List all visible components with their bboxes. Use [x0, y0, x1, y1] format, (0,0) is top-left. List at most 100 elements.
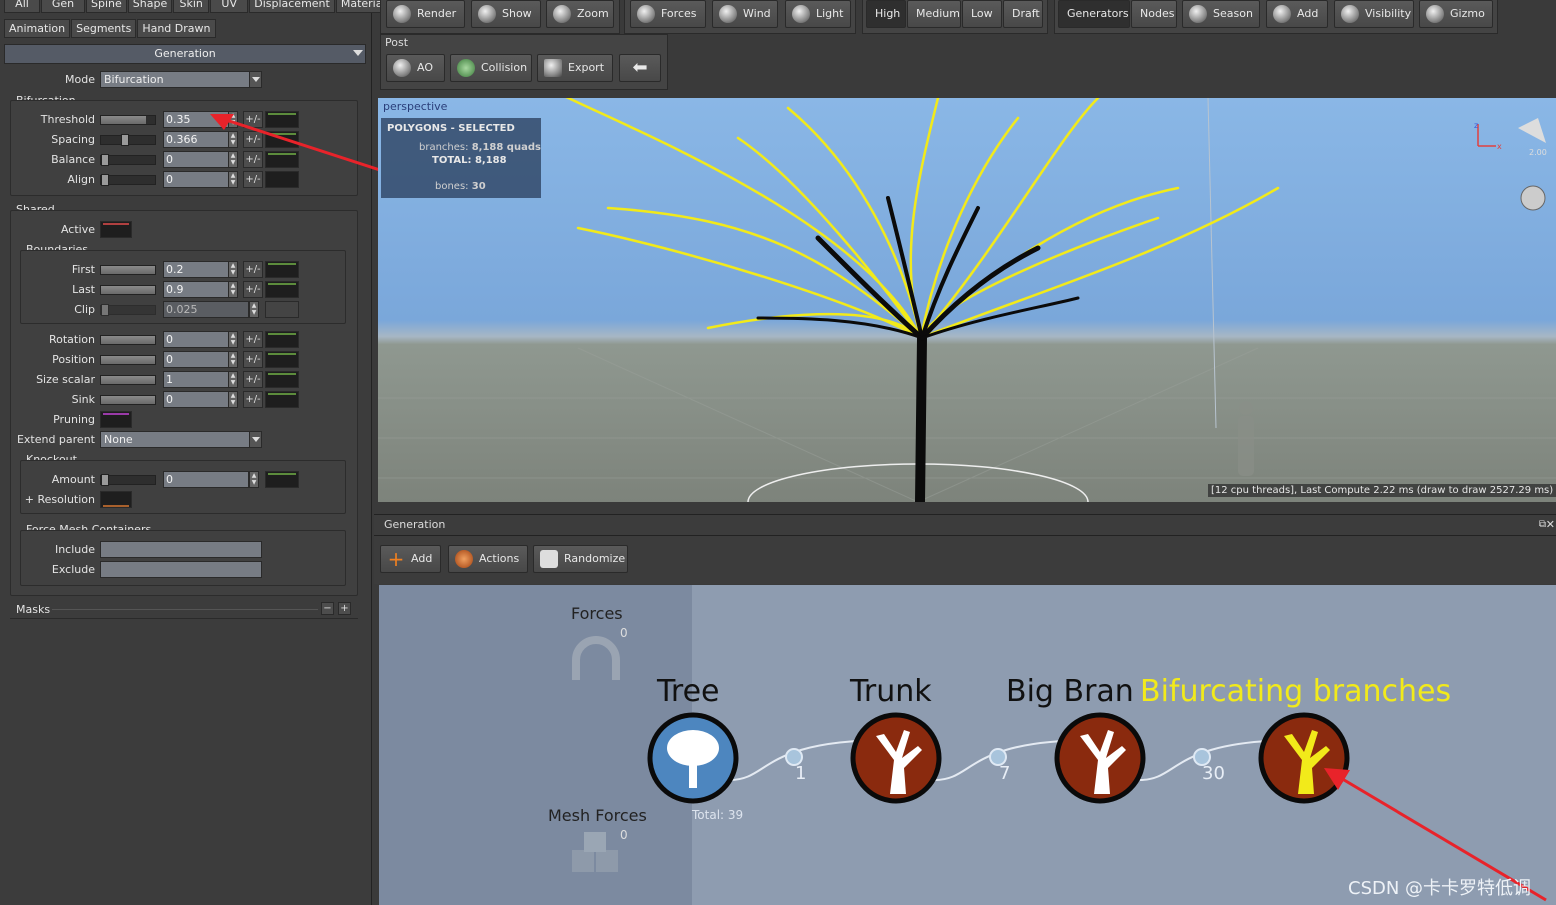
masks-add-button[interactable]: + — [338, 602, 351, 615]
quality-low-button[interactable]: Low — [962, 0, 1002, 28]
clip-input[interactable]: 0.025 — [163, 301, 249, 318]
first-plusminus-button[interactable]: +/- — [243, 261, 263, 278]
chevron-down-icon[interactable] — [249, 72, 261, 87]
wind-button[interactable]: Wind — [712, 0, 778, 28]
node-trunk[interactable] — [850, 712, 942, 804]
position-input[interactable]: 0 — [163, 351, 229, 368]
rotation-spinner[interactable]: ▲ ▼ — [228, 331, 238, 348]
amount-spinner[interactable]: ▲ ▼ — [249, 471, 259, 488]
3d-viewport[interactable]: perspective 2.00 z x [12 cpu threads], L… — [378, 98, 1556, 502]
tab-uv[interactable]: UV — [210, 0, 249, 13]
mode-select[interactable]: Bifurcation — [100, 71, 262, 88]
randomize-button[interactable]: Randomize — [533, 545, 628, 573]
tab-gen[interactable]: Gen — [41, 0, 85, 13]
amount-curve-swatch[interactable] — [265, 471, 299, 488]
size-scalar-input[interactable]: 1 — [163, 371, 229, 388]
balance-slider-knob[interactable] — [101, 154, 109, 166]
active-curve-swatch[interactable] — [100, 221, 132, 238]
actions-button[interactable]: Actions — [448, 545, 528, 573]
rotation-input[interactable]: 0 — [163, 331, 229, 348]
first-slider[interactable] — [100, 265, 156, 275]
show-button[interactable]: Show — [471, 0, 541, 28]
clip-slider[interactable] — [100, 304, 156, 316]
sink-input[interactable]: 0 — [163, 391, 229, 408]
generators-button[interactable]: Generators — [1058, 0, 1130, 28]
add-mode-button[interactable]: Add — [1266, 0, 1328, 28]
node-tree[interactable] — [647, 712, 739, 804]
quality-draft-button[interactable]: Draft — [1003, 0, 1043, 28]
zoom-button[interactable]: Zoom — [546, 0, 614, 28]
clip-slider-knob[interactable] — [101, 304, 109, 316]
pruning-curve-swatch[interactable] — [100, 411, 132, 428]
rotation-plusminus-button[interactable]: +/- — [243, 331, 263, 348]
tab-all[interactable]: All — [4, 0, 40, 13]
size-scalar-plusminus-button[interactable]: +/- — [243, 371, 263, 388]
first-spinner[interactable]: ▲ ▼ — [228, 261, 238, 278]
position-slider[interactable] — [100, 355, 156, 365]
tab-skin[interactable]: Skin — [173, 0, 210, 13]
tab-displacement[interactable]: Displacement — [249, 0, 335, 13]
threshold-slider[interactable] — [100, 115, 156, 125]
clip-spinner[interactable]: ▲ ▼ — [249, 301, 259, 318]
last-spinner[interactable]: ▲ ▼ — [228, 281, 238, 298]
rotation-slider[interactable] — [100, 335, 156, 345]
tab-hand-drawn[interactable]: Hand Drawn — [137, 19, 216, 38]
position-spinner[interactable]: ▲ ▼ — [228, 351, 238, 368]
quality-high-button[interactable]: High — [866, 0, 906, 28]
chevron-down-icon[interactable] — [353, 50, 363, 56]
amount-input[interactable]: 0 — [163, 471, 249, 488]
resolution-curve-swatch[interactable] — [100, 491, 132, 508]
size-scalar-curve-swatch[interactable] — [265, 371, 299, 388]
ao-button[interactable]: AO — [386, 54, 445, 82]
add-node-button[interactable]: + Add — [380, 545, 441, 573]
sink-spinner[interactable]: ▲ ▼ — [228, 391, 238, 408]
back-arrow-button[interactable]: ⬅ — [619, 54, 661, 82]
size-scalar-slider[interactable] — [100, 375, 156, 385]
sink-curve-swatch[interactable] — [265, 391, 299, 408]
tab-shape[interactable]: Shape — [127, 0, 173, 13]
node-big-branches[interactable] — [1054, 712, 1146, 804]
spacing-slider[interactable] — [100, 134, 156, 146]
light-button[interactable]: Light — [785, 0, 851, 28]
spacing-slider-knob[interactable] — [120, 134, 129, 146]
align-slider-knob[interactable] — [101, 174, 109, 186]
gizmo-button[interactable]: Gizmo — [1419, 0, 1493, 28]
nodes-button[interactable]: Nodes — [1131, 0, 1177, 28]
collision-button[interactable]: Collision — [450, 54, 532, 82]
position-curve-swatch[interactable] — [265, 351, 299, 368]
first-curve-swatch[interactable] — [265, 261, 299, 278]
render-button[interactable]: Render — [386, 0, 465, 28]
season-button[interactable]: Season — [1182, 0, 1260, 28]
last-plusminus-button[interactable]: +/- — [243, 281, 263, 298]
tab-animation[interactable]: Animation — [4, 19, 71, 38]
align-slider[interactable] — [100, 174, 156, 186]
extend-parent-select[interactable]: None — [100, 431, 262, 448]
position-plusminus-button[interactable]: +/- — [243, 351, 263, 368]
sink-plusminus-button[interactable]: +/- — [243, 391, 263, 408]
include-field[interactable] — [100, 541, 262, 558]
camera-gizmo-icon[interactable] — [1521, 186, 1545, 210]
forces-button[interactable]: Forces — [630, 0, 706, 28]
last-slider[interactable] — [100, 285, 156, 295]
clip-curve-swatch[interactable] — [265, 301, 299, 318]
amount-slider-knob[interactable] — [101, 474, 109, 486]
last-curve-swatch[interactable] — [265, 281, 299, 298]
last-input[interactable]: 0.9 — [163, 281, 229, 298]
light-gizmo-icon[interactable] — [1518, 119, 1546, 143]
rotation-curve-swatch[interactable] — [265, 331, 299, 348]
tab-segments[interactable]: Segments — [71, 19, 137, 38]
export-button[interactable]: Export — [537, 54, 613, 82]
sink-slider[interactable] — [100, 395, 156, 405]
size-scalar-spinner[interactable]: ▲ ▼ — [228, 371, 238, 388]
close-icon[interactable]: ✕ — [1546, 515, 1555, 535]
first-input[interactable]: 0.2 — [163, 261, 229, 278]
amount-slider[interactable] — [100, 474, 156, 486]
tab-spine[interactable]: Spine — [86, 0, 127, 13]
generation-header[interactable]: Generation — [4, 44, 366, 64]
quality-medium-button[interactable]: Medium — [907, 0, 961, 28]
balance-slider[interactable] — [100, 154, 156, 166]
chevron-down-icon[interactable] — [249, 432, 261, 447]
resolution-label[interactable]: + Resolution — [5, 492, 95, 508]
visibility-button[interactable]: Visibility — [1334, 0, 1414, 28]
exclude-field[interactable] — [100, 561, 262, 578]
